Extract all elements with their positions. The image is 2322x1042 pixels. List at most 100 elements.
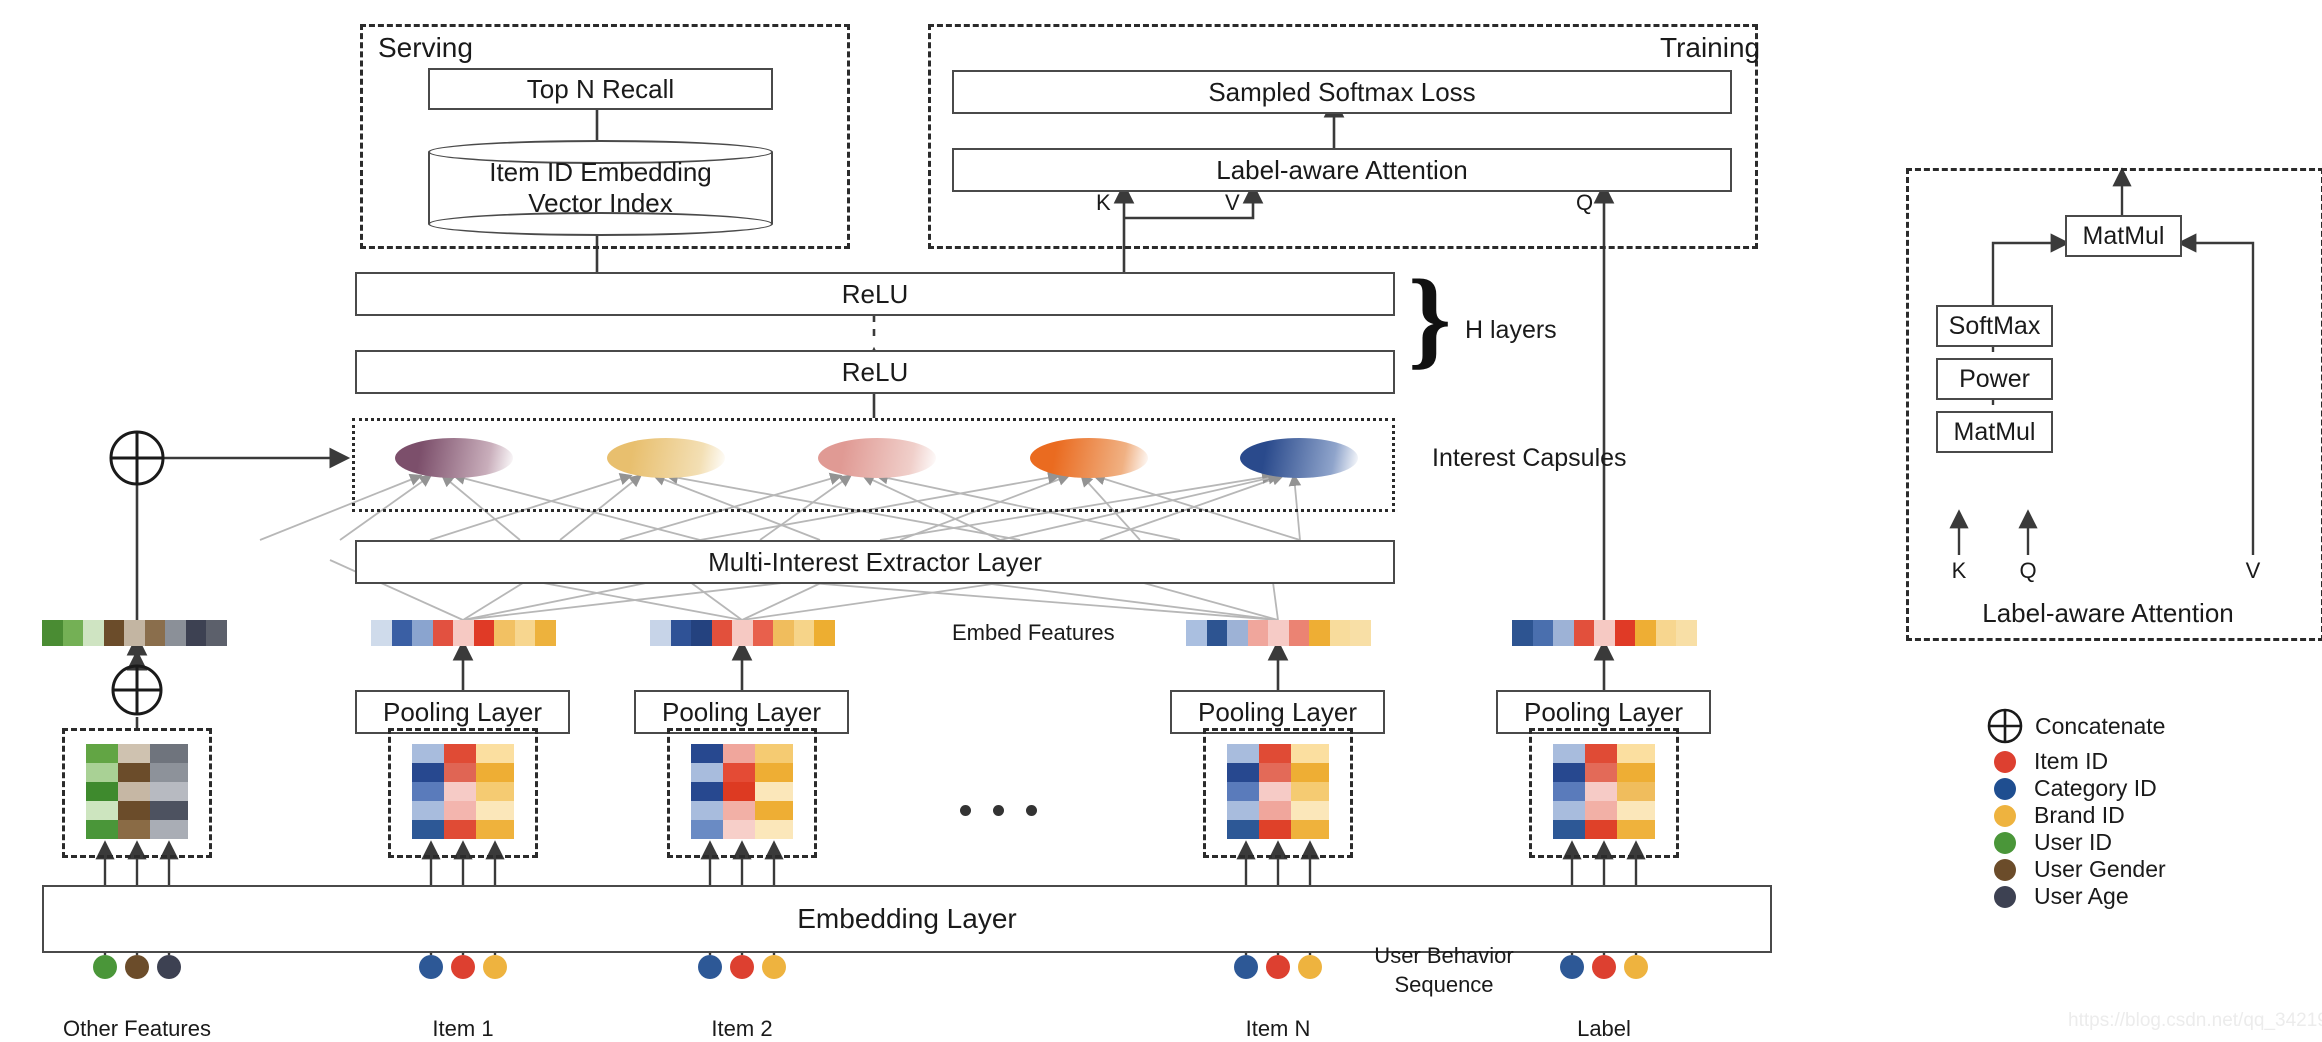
ellipsis-dot-2	[1026, 805, 1037, 816]
embed-cell-6	[494, 620, 515, 646]
interest-capsule-1[interactable]	[395, 438, 513, 478]
lala-power-box[interactable]: Power	[1936, 358, 2053, 400]
embed-bar-other-features	[42, 620, 227, 646]
stack-cell-2	[1617, 782, 1655, 801]
stack-cell-2	[1291, 782, 1329, 801]
lala-matmul-bottom-box[interactable]: MatMul	[1936, 411, 2053, 453]
stack-cell-0	[1617, 744, 1655, 763]
input-dot-itemn-item[interactable]	[1266, 955, 1290, 979]
relu-lower-box[interactable]: ReLU	[355, 350, 1395, 394]
embed-cell-3	[103, 620, 125, 646]
embed-cell-6	[1309, 620, 1330, 646]
lala-matmul-top-box[interactable]: MatMul	[2065, 215, 2182, 257]
top-n-recall-box[interactable]: Top N Recall	[428, 68, 773, 110]
input-dot-itemn-brand[interactable]	[1298, 955, 1322, 979]
embed-cell-3	[432, 620, 454, 646]
column-label-other-features: Other Features	[63, 1016, 211, 1041]
embed-bar-item-2	[650, 620, 835, 646]
embed-cell-5	[752, 620, 774, 646]
stack-cell-0	[755, 744, 793, 763]
embed-cell-1	[670, 620, 692, 646]
stack-cell-4	[1291, 820, 1329, 839]
embed-cell-4	[124, 620, 145, 646]
item-id-embedding-vector-index[interactable]: Item ID Embedding Vector Index	[428, 140, 773, 236]
embed-cell-4	[1594, 620, 1615, 646]
training-panel-label: Training	[1660, 32, 1761, 63]
legend-row-0: Item ID	[1994, 748, 2294, 775]
interest-capsule-4[interactable]	[1030, 438, 1148, 478]
column-label-label: Label	[1577, 1016, 1631, 1041]
input-dot-label-category[interactable]	[1560, 955, 1584, 979]
legend-label-1: Category ID	[2034, 775, 2157, 801]
stack-cell-0	[150, 744, 188, 763]
input-dot-item1-category[interactable]	[419, 955, 443, 979]
stack-cell-4	[755, 820, 793, 839]
lala-v-label: V	[2245, 558, 2261, 583]
embed-cell-4	[453, 620, 474, 646]
legend-row-5: User Age	[1994, 883, 2294, 910]
stack-cell-3	[150, 801, 188, 820]
legend-swatch-3	[1994, 831, 2016, 854]
training-v-label: V	[1225, 190, 1240, 215]
input-dot-user-gender[interactable]	[125, 955, 149, 979]
stack-cell-2	[755, 782, 793, 801]
stack-cell-3	[476, 801, 514, 820]
stack-cell-3	[1617, 801, 1655, 820]
input-dot-label-item[interactable]	[1592, 955, 1616, 979]
interest-capsule-5[interactable]	[1240, 438, 1358, 478]
input-dot-item1-item[interactable]	[451, 955, 475, 979]
embed-cell-6	[1635, 620, 1656, 646]
input-dot-item2-category[interactable]	[698, 955, 722, 979]
input-dot-item2-brand[interactable]	[762, 955, 786, 979]
ellipsis-dot-1	[993, 805, 1004, 816]
training-k-label: K	[1096, 190, 1111, 215]
embed-cell-0	[1186, 620, 1207, 646]
embed-cell-8	[1676, 620, 1697, 646]
stack-cell-3	[755, 801, 793, 820]
embed-cell-0	[42, 620, 63, 646]
legend-row-4: User Gender	[1994, 856, 2294, 883]
column-label-item-1: Item 1	[432, 1016, 494, 1041]
lala-softmax-box[interactable]: SoftMax	[1936, 305, 2053, 347]
legend-row-2: Brand ID	[1994, 802, 2294, 829]
legend-swatch-0	[1994, 750, 2016, 773]
embed-cell-3	[711, 620, 733, 646]
embed-cell-4	[732, 620, 753, 646]
embed-cell-0	[650, 620, 671, 646]
embed-cell-5	[1288, 620, 1310, 646]
input-dot-item1-brand[interactable]	[483, 955, 507, 979]
multi-interest-extractor-layer-box[interactable]: Multi-Interest Extractor Layer	[355, 540, 1395, 584]
input-dot-user-age[interactable]	[157, 955, 181, 979]
embed-cell-1	[391, 620, 413, 646]
legend-row-1: Category ID	[1994, 775, 2294, 802]
interest-capsule-2[interactable]	[607, 438, 725, 478]
embed-cell-5	[1614, 620, 1636, 646]
interest-capsule-3[interactable]	[818, 438, 936, 478]
embed-cell-2	[1553, 620, 1574, 646]
embed-cell-6	[773, 620, 794, 646]
legend-label-3: User ID	[2034, 829, 2112, 855]
embed-cell-0	[371, 620, 392, 646]
legend-label-4: User Gender	[2034, 856, 2166, 882]
embedding-stack-4-2	[1617, 744, 1655, 839]
embed-cell-1	[1532, 620, 1554, 646]
relu-upper-box[interactable]: ReLU	[355, 272, 1395, 316]
input-dot-item2-item[interactable]	[730, 955, 754, 979]
sampled-softmax-loss-box[interactable]: Sampled Softmax Loss	[952, 70, 1732, 114]
input-dot-itemn-category[interactable]	[1234, 955, 1258, 979]
legend-row-concatenate: Concatenate	[1987, 708, 2294, 744]
embed-cell-7	[514, 620, 536, 646]
legend-label-concatenate: Concatenate	[2035, 712, 2166, 739]
embed-cell-7	[1329, 620, 1351, 646]
input-dot-user-id[interactable]	[93, 955, 117, 979]
input-dot-label-brand[interactable]	[1624, 955, 1648, 979]
column-label-item-n: Item N	[1245, 1016, 1311, 1041]
embed-cell-4	[1268, 620, 1289, 646]
stack-cell-1	[1617, 763, 1655, 782]
embed-cell-8	[206, 620, 227, 646]
stack-cell-4	[1617, 820, 1655, 839]
stack-cell-0	[476, 744, 514, 763]
embedding-stack-1-2	[476, 744, 514, 839]
legend-label-2: Brand ID	[2034, 802, 2125, 828]
label-aware-attention-box[interactable]: Label-aware Attention	[952, 148, 1732, 192]
